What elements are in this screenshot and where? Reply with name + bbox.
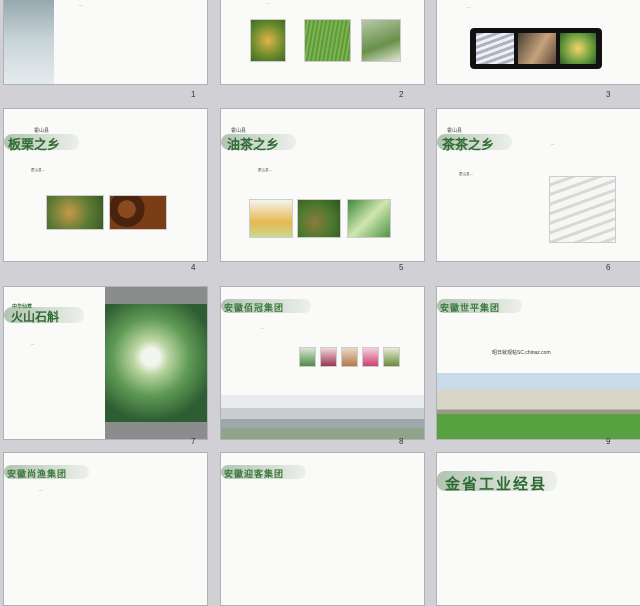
slide-body-text: 霍山县… xyxy=(459,172,474,176)
slide-number: 7 xyxy=(191,437,196,446)
slide-body-text: … xyxy=(467,5,471,9)
product-photo-5 xyxy=(383,347,400,367)
slide-number: 9 xyxy=(606,437,611,446)
slide-body-text: 霍山县… xyxy=(258,168,273,172)
slide-heading: 火山石斛 xyxy=(11,310,60,324)
slide-thumbnail-2[interactable]: … xyxy=(220,0,425,85)
slide-heading: 安徽尚渔集团 xyxy=(7,470,68,480)
slide-number: 6 xyxy=(606,263,611,272)
fish-photo xyxy=(518,33,556,64)
slide-heading: 安徽迎客集团 xyxy=(224,470,285,480)
top-grey-bar xyxy=(105,287,207,304)
slide-heading: 安徽佰冠集团 xyxy=(224,304,285,314)
farmer-photo xyxy=(361,19,401,62)
chestnut-tree-photo xyxy=(46,195,104,230)
slide-thumbnail-11[interactable]: 安徽迎客集团 xyxy=(220,452,425,606)
slide-sorter: { "slides": [ {"number":"1","body":"…"},… xyxy=(0,0,640,606)
product-photo-strip xyxy=(470,28,602,69)
orchid-photo xyxy=(105,304,207,422)
slide-body-text: … xyxy=(39,488,43,492)
oil-bottles-photo xyxy=(347,199,391,238)
slide-heading: 茶茶之乡 xyxy=(442,138,495,153)
slide-thumbnail-6[interactable]: 霍山县 茶茶之乡 … 霍山县… xyxy=(436,108,640,262)
slide-thumbnail-12[interactable]: 金省工业经县 xyxy=(436,452,640,606)
slide-number: 4 xyxy=(191,263,196,272)
slide-thumbnail-10[interactable]: 安徽尚渔集团 … xyxy=(3,452,208,606)
slide-thumbnail-1[interactable]: … xyxy=(3,0,208,85)
waterfall-photo xyxy=(4,0,54,84)
herb-photo xyxy=(560,33,596,64)
field-photo xyxy=(304,19,351,62)
crop-photo xyxy=(250,19,286,62)
product-photo-1 xyxy=(299,347,316,367)
slide-body-text: 霍山县… xyxy=(31,168,46,172)
product-photo-2 xyxy=(320,347,337,367)
oil-products-photo xyxy=(249,199,293,238)
product-photo-3 xyxy=(341,347,358,367)
slide-number: 8 xyxy=(399,437,404,446)
slide-thumbnail-7[interactable]: 中华仙草 火山石斛 … xyxy=(3,286,208,440)
factory-photo xyxy=(221,395,424,439)
slide-number: 5 xyxy=(399,263,404,272)
slide-thumbnail-8[interactable]: 安徽佰冠集团 … xyxy=(220,286,425,440)
slide-thumbnail-9[interactable]: 安徽世平集团 昭日就观帖SC.chinaz.com xyxy=(436,286,640,440)
slide-heading: 板栗之乡 xyxy=(8,138,61,153)
slide-heading: 安徽世平集团 xyxy=(440,304,501,314)
slide-number: 1 xyxy=(191,90,196,99)
slide-tag: 霍山县 xyxy=(34,128,50,134)
slide-number: 2 xyxy=(399,90,404,99)
eel-photo xyxy=(476,33,514,64)
slide-side-text: … xyxy=(551,142,555,146)
slide-heading: 金省工业经县 xyxy=(445,475,548,493)
watermark-caption: 昭日就观帖SC.chinaz.com xyxy=(492,350,551,356)
slide-thumbnail-3[interactable]: … xyxy=(436,0,640,85)
camellia-fruit-photo xyxy=(297,199,341,238)
company-building-photo xyxy=(437,373,640,439)
tea-sacks-photo xyxy=(549,176,616,243)
slide-body-text: … xyxy=(79,3,83,7)
slide-body-text: … xyxy=(261,326,265,330)
chestnuts-photo xyxy=(109,195,167,230)
slide-tag: 霍山县 xyxy=(447,128,463,134)
slide-heading: 油茶之乡 xyxy=(227,138,280,153)
slide-body-text: … xyxy=(31,342,35,346)
slide-thumbnail-5[interactable]: 霍山县 油茶之乡 霍山县… xyxy=(220,108,425,262)
slide-tag: 霍山县 xyxy=(231,128,247,134)
slide-number: 3 xyxy=(606,90,611,99)
product-photo-4 xyxy=(362,347,379,367)
slide-body-text: … xyxy=(266,1,270,5)
slide-thumbnail-4[interactable]: 霍山县 板栗之乡 霍山县… xyxy=(3,108,208,262)
